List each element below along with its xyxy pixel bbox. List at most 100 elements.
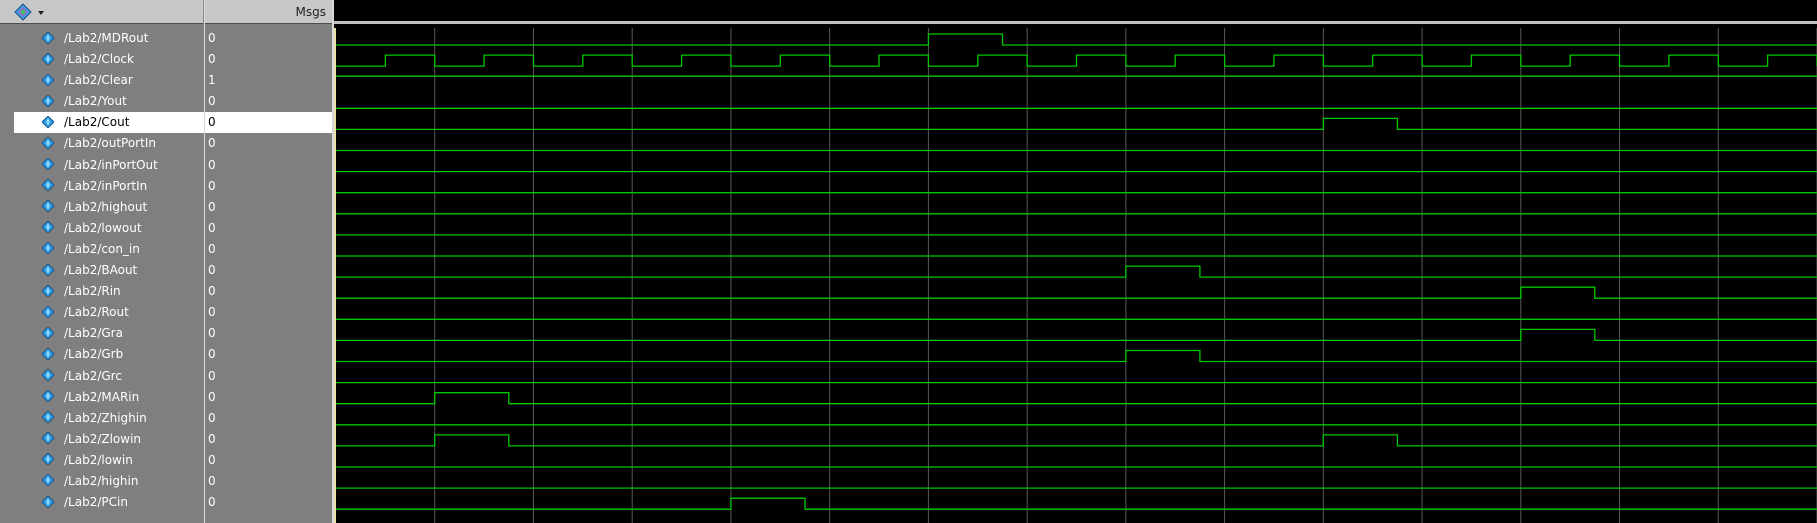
signal-trace[interactable] [336, 265, 1817, 278]
signal-row[interactable]: /Lab2/outPortIn [0, 133, 204, 154]
signal-diamond-icon [42, 263, 54, 276]
signal-trace[interactable] [336, 117, 1817, 131]
names-header [0, 0, 204, 24]
signal-value: 0 [208, 263, 216, 278]
signal-diamond-icon [42, 347, 54, 360]
signal-name: /Lab2/Clear [64, 73, 133, 88]
signal-diamond-icon [42, 158, 54, 171]
msgs-header: Msgs [205, 0, 332, 24]
signal-row[interactable]: /Lab2/Zlowin [0, 429, 204, 450]
signal-row[interactable]: /Lab2/inPortOut [0, 155, 204, 176]
signal-trace[interactable] [336, 286, 1817, 299]
signal-value: 0 [208, 326, 216, 341]
signal-name: /Lab2/Clock [64, 52, 134, 67]
signal-diamond-icon [42, 305, 54, 318]
signal-value: 0 [208, 52, 216, 67]
signal-row[interactable]: /Lab2/Clear [0, 70, 204, 91]
signal-value: 0 [208, 347, 216, 362]
signal-name: /Lab2/lowout [64, 220, 142, 235]
signal-name: /Lab2/Zlowin [64, 431, 142, 446]
signal-name: /Lab2/Rout [64, 305, 129, 320]
signal-row[interactable]: /Lab2/lowin [0, 450, 204, 471]
signal-row[interactable]: /Lab2/Yout [0, 91, 204, 112]
diamond-dropdown-icon[interactable] [14, 3, 48, 21]
signal-value-pane: Msgs 0 0 1 0 0 0 0 0 0 0 0 0 0 0 0 0 0 0 0 0 0 0 0 [205, 0, 332, 523]
signal-row[interactable]: /Lab2/lowout [0, 218, 204, 239]
signal-diamond-icon [42, 453, 54, 466]
signal-row[interactable]: /Lab2/Gra [0, 323, 204, 344]
signal-value: 0 [208, 284, 216, 299]
signal-diamond-icon [42, 411, 54, 424]
signal-row[interactable]: /Lab2/Cout [14, 112, 204, 134]
signal-diamond-icon [42, 94, 54, 107]
signal-row[interactable]: /Lab2/highout [0, 197, 204, 218]
waveform-header [334, 0, 1817, 24]
signal-row[interactable]: /Lab2/Zhighin [0, 408, 204, 429]
signal-name: /Lab2/Gra [64, 326, 123, 341]
signal-name: /Lab2/Grb [64, 347, 124, 362]
signal-row[interactable]: /Lab2/Grb [0, 344, 204, 365]
signal-diamond-icon [42, 221, 54, 234]
signal-row[interactable]: /Lab2/MARin [0, 387, 204, 408]
signal-name: /Lab2/MARin [64, 389, 140, 404]
signal-name-pane: /Lab2/MDRout/Lab2/Clock/Lab2/Clear/Lab2/… [0, 0, 204, 523]
signal-diamond-icon [42, 179, 54, 192]
signal-trace[interactable] [336, 434, 1817, 447]
signal-row[interactable]: /Lab2/MDRout [0, 28, 204, 49]
signal-value: 0 [208, 431, 216, 446]
signal-row[interactable]: /Lab2/Clock [0, 49, 204, 70]
signal-name: /Lab2/lowin [64, 452, 133, 467]
signal-row[interactable]: /Lab2/highin [0, 471, 204, 492]
signal-row[interactable]: /Lab2/PCin [0, 492, 204, 513]
signal-row[interactable]: /Lab2/inPortIn [0, 176, 204, 197]
signal-name: /Lab2/PCin [64, 495, 128, 510]
signal-diamond-icon [42, 115, 54, 128]
signal-row[interactable]: /Lab2/Rin [0, 281, 204, 302]
signal-trace[interactable] [336, 349, 1817, 363]
signal-name: /Lab2/outPortIn [64, 136, 156, 151]
signal-trace[interactable] [336, 392, 1817, 405]
signal-value: 0 [208, 178, 216, 193]
signal-diamond-icon [42, 52, 54, 65]
signal-trace[interactable] [336, 54, 1817, 67]
signal-diamond-icon [42, 242, 54, 255]
signal-name: /Lab2/MDRout [64, 31, 149, 45]
signal-row[interactable]: /Lab2/con_in [0, 239, 204, 260]
signal-name: /Lab2/con_in [64, 241, 140, 256]
signal-diamond-icon [42, 432, 54, 445]
signal-trace[interactable] [336, 497, 1817, 510]
signal-row[interactable]: /Lab2/Rout [0, 302, 204, 323]
signal-name: /Lab2/Cout [64, 115, 130, 130]
signal-name: /Lab2/BAout [64, 263, 138, 278]
waveform-canvas[interactable] [334, 28, 1817, 523]
signal-name: /Lab2/highin [64, 473, 139, 488]
signal-value: 0 [208, 31, 216, 45]
signal-diamond-icon [42, 200, 54, 213]
signal-name: /Lab2/highout [64, 199, 148, 214]
signal-value: 0 [208, 199, 216, 214]
signal-value: 1 [208, 73, 216, 88]
signal-trace[interactable] [336, 33, 1817, 46]
signal-value-list: 0 0 1 0 0 0 0 0 0 0 0 0 0 0 0 0 0 0 0 0 0 0 0 [205, 28, 332, 513]
waveform-pane[interactable] [334, 0, 1817, 523]
signal-diamond-icon [42, 369, 54, 381]
signal-name: /Lab2/Yout [64, 94, 127, 109]
signal-value: 0 [208, 410, 216, 425]
signal-diamond-icon [42, 390, 54, 403]
signal-trace[interactable] [336, 328, 1817, 342]
signal-value: 0 [208, 220, 216, 235]
signal-value: 0 [208, 495, 216, 510]
signal-name: /Lab2/Rin [64, 284, 121, 299]
signal-diamond-icon [42, 474, 54, 487]
signal-diamond-icon [42, 73, 54, 86]
signal-row[interactable]: /Lab2/Grc [0, 366, 204, 387]
signal-value: 0 [208, 157, 216, 172]
signal-row[interactable]: /Lab2/BAout [0, 260, 204, 281]
signal-name: /Lab2/Zhighin [64, 410, 147, 425]
signal-value: 0 [208, 241, 216, 256]
signal-name: /Lab2/inPortIn [64, 178, 148, 193]
signal-value: 0 [208, 452, 216, 467]
signal-value: 0 [205, 112, 332, 134]
signal-diamond-icon [42, 326, 54, 339]
signal-name: /Lab2/Grc [64, 368, 122, 383]
